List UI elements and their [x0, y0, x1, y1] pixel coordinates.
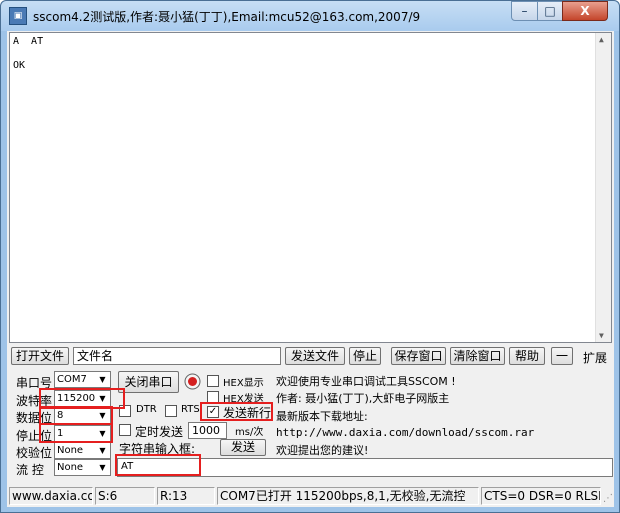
window-title: sscom4.2测试版,作者:聂小猛(丁丁),Email:mcu52@163.c… — [33, 10, 421, 24]
timed-send-label: 定时发送 — [135, 425, 184, 439]
send-button[interactable]: 发送 — [220, 439, 266, 456]
app-window: ▣ sscom4.2测试版,作者:聂小猛(丁丁),Email:mcu52@163… — [0, 0, 620, 513]
save-window-button[interactable]: 保存窗口 — [391, 347, 446, 365]
stop-button[interactable]: 停止 — [349, 347, 381, 365]
stopbits-highlight — [39, 423, 113, 443]
clear-window-button[interactable]: 清除窗口 — [450, 347, 505, 365]
info-author: 作者: 聂小猛(丁丁),大虾电子网版主 — [276, 392, 450, 405]
maximize-button[interactable]: □ — [537, 1, 563, 21]
close-port-button[interactable]: 关闭串口 — [118, 371, 179, 393]
interval-unit-label: ms/次 — [235, 427, 264, 438]
port-status-icon — [184, 373, 201, 390]
parity-value: None — [57, 445, 84, 456]
info-download-label: 最新版本下载地址: — [276, 410, 368, 423]
rts-checkbox[interactable] — [165, 405, 177, 417]
hex-display-checkbox[interactable] — [207, 375, 219, 387]
chevron-down-icon[interactable]: ▼ — [96, 444, 109, 457]
parity-select[interactable]: None ▼ — [54, 442, 111, 459]
open-file-button[interactable]: 打开文件 — [11, 347, 69, 365]
flow-select[interactable]: None ▼ — [54, 459, 111, 476]
status-sent: S:6 — [95, 487, 155, 505]
help-button[interactable]: 帮助 — [509, 347, 545, 365]
status-port-state: COM7已打开 115200bps,8,1,无校验,无流控 — [217, 487, 479, 505]
receive-area[interactable]: A AT OK ▲ ▼ — [9, 32, 612, 343]
title-bar[interactable]: ▣ sscom4.2测试版,作者:聂小猛(丁丁),Email:mcu52@163… — [1, 1, 619, 31]
status-site: www.daxia.com — [9, 487, 93, 505]
hex-display-label: HEX显示 — [223, 378, 264, 389]
port-select[interactable]: COM7 ▼ — [54, 371, 111, 388]
app-icon: ▣ — [9, 7, 27, 25]
status-signals: CTS=0 DSR=0 RLSD — [481, 487, 601, 505]
resize-grip-icon[interactable]: ⋰ — [603, 493, 613, 504]
port-value: COM7 — [57, 374, 87, 385]
chevron-down-icon[interactable]: ▼ — [96, 461, 109, 474]
dtr-label: DTR — [136, 404, 157, 415]
timed-send-checkbox[interactable] — [119, 424, 131, 436]
info-suggestion: 欢迎提出您的建议! — [276, 444, 369, 457]
send-newline-highlight — [200, 402, 273, 421]
scroll-down-icon[interactable]: ▼ — [599, 331, 604, 340]
receive-line: A AT — [13, 36, 44, 47]
file-name-field[interactable]: 文件名 — [73, 347, 281, 365]
vertical-scrollbar[interactable]: ▲ ▼ — [595, 33, 611, 342]
status-received: R:13 — [157, 487, 215, 505]
scroll-up-icon[interactable]: ▲ — [599, 35, 604, 44]
info-download-link[interactable]: http://www.daxia.com/download/sscom.rar — [276, 426, 534, 439]
info-welcome: 欢迎使用专业串口调试工具SSCOM ! — [276, 375, 456, 388]
status-bar: www.daxia.com S:6 R:13 COM7已打开 115200bps… — [7, 485, 614, 507]
input-highlight — [115, 454, 201, 476]
rts-label: RTS — [181, 404, 200, 415]
interval-field[interactable]: 1000 — [188, 422, 227, 439]
close-button[interactable]: X — [562, 1, 608, 21]
flow-label: 流 控 — [16, 463, 44, 477]
info-panel: 欢迎使用专业串口调试工具SSCOM ! 作者: 聂小猛(丁丁),大虾电子网版主 … — [273, 371, 613, 457]
receive-line: OK — [13, 60, 26, 71]
flow-value: None — [57, 462, 84, 473]
expand-button[interactable]: 扩展 — [583, 349, 607, 366]
parity-label: 校验位 — [16, 446, 53, 460]
collapse-button[interactable]: 一 — [551, 347, 573, 365]
chevron-down-icon[interactable]: ▼ — [96, 373, 109, 386]
send-file-button[interactable]: 发送文件 — [285, 347, 345, 365]
client-area: A AT OK ▲ ▼ 打开文件 文件名 发送文件 停止 保存窗口 清除窗口 帮… — [7, 31, 614, 507]
minimize-button[interactable]: – — [511, 1, 538, 21]
